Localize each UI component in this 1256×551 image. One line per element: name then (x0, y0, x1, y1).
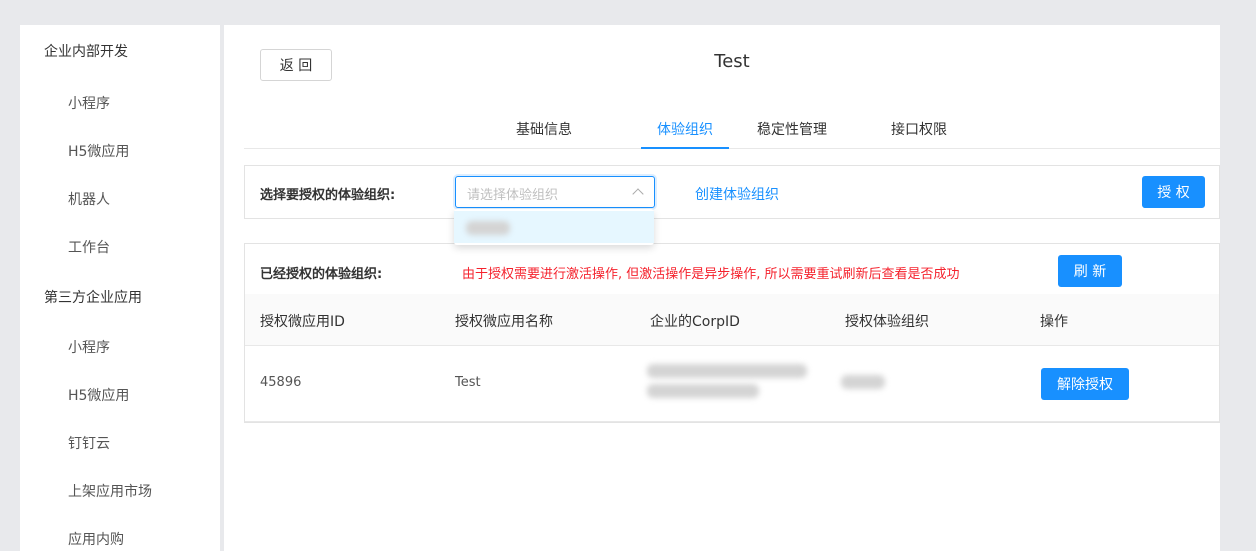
tab-basic-info[interactable]: 基础信息 (516, 119, 572, 149)
page-title: Test (714, 51, 750, 72)
tab-experience-org[interactable]: 体验组织 (657, 119, 713, 149)
sidebar-item-thirdparty-h5[interactable]: H5微应用 (68, 385, 129, 405)
authorize-label: 选择要授权的体验组织: (260, 188, 396, 203)
sidebar-item-robot[interactable]: 机器人 (68, 189, 110, 209)
sidebar-item-workbench[interactable]: 工作台 (68, 237, 110, 257)
tab-stability[interactable]: 稳定性管理 (757, 119, 827, 149)
authorized-label: 已经授权的体验组织: (260, 267, 383, 282)
main-content: 返 回 Test 基础信息 体验组织 稳定性管理 接口权限 选择要授权的体验组织… (224, 25, 1220, 551)
column-header-corpid: 企业的CorpID (650, 314, 740, 330)
sidebar-item-internal-h5[interactable]: H5微应用 (68, 141, 129, 161)
sidebar-group-thirdparty: 第三方企业应用 (44, 290, 142, 306)
table-header: 授权微应用ID 授权微应用名称 企业的CorpID 授权体验组织 操作 (245, 294, 1219, 346)
table-row: 45896 Test 解除授权 (245, 346, 1219, 422)
redacted-corpid (647, 364, 807, 378)
cell-app-id: 45896 (260, 375, 302, 390)
column-header-org: 授权体验组织 (845, 314, 929, 330)
redacted-option-label (466, 221, 510, 235)
sidebar-item-thirdparty-miniprogram[interactable]: 小程序 (68, 337, 110, 357)
sidebar: 企业内部开发 小程序 H5微应用 机器人 工作台 第三方企业应用 小程序 H5微… (20, 25, 220, 551)
redacted-corpid-line2 (647, 384, 759, 398)
column-header-app-name: 授权微应用名称 (455, 314, 553, 330)
redacted-org (841, 375, 885, 389)
select-placeholder: 请选择体验组织 (467, 188, 559, 203)
authorize-panel: 选择要授权的体验组织: 请选择体验组织 创建体验组织 授 权 (244, 165, 1220, 219)
authorize-button[interactable]: 授 权 (1142, 176, 1205, 208)
chevron-up-icon (632, 188, 644, 200)
sidebar-group-internal: 企业内部开发 (44, 44, 128, 60)
column-header-action: 操作 (1040, 314, 1068, 330)
authorized-panel: 已经授权的体验组织: 由于授权需要进行激活操作, 但激活操作是异步操作, 所以需… (244, 243, 1220, 423)
dropdown-option[interactable] (454, 211, 654, 243)
sidebar-item-app-market[interactable]: 上架应用市场 (68, 481, 152, 501)
experience-org-dropdown (454, 209, 654, 245)
sidebar-item-internal-miniprogram[interactable]: 小程序 (68, 93, 110, 113)
create-experience-org-link[interactable]: 创建体验组织 (695, 184, 779, 204)
column-header-app-id: 授权微应用ID (260, 314, 345, 330)
experience-org-select[interactable]: 请选择体验组织 (455, 176, 655, 208)
sidebar-item-in-app-purchase[interactable]: 应用内购 (68, 529, 124, 549)
tab-active-indicator (641, 147, 729, 149)
refresh-button[interactable]: 刷 新 (1058, 255, 1122, 287)
tab-bar: 基础信息 体验组织 稳定性管理 接口权限 (244, 109, 1220, 149)
revoke-authorization-button[interactable]: 解除授权 (1041, 368, 1129, 400)
tab-api-permission[interactable]: 接口权限 (891, 119, 947, 149)
cell-app-name: Test (455, 375, 481, 390)
async-warning-text: 由于授权需要进行激活操作, 但激活操作是异步操作, 所以需要重试刷新后查看是否成… (462, 267, 960, 282)
sidebar-item-dingtalk-cloud[interactable]: 钉钉云 (68, 433, 110, 453)
